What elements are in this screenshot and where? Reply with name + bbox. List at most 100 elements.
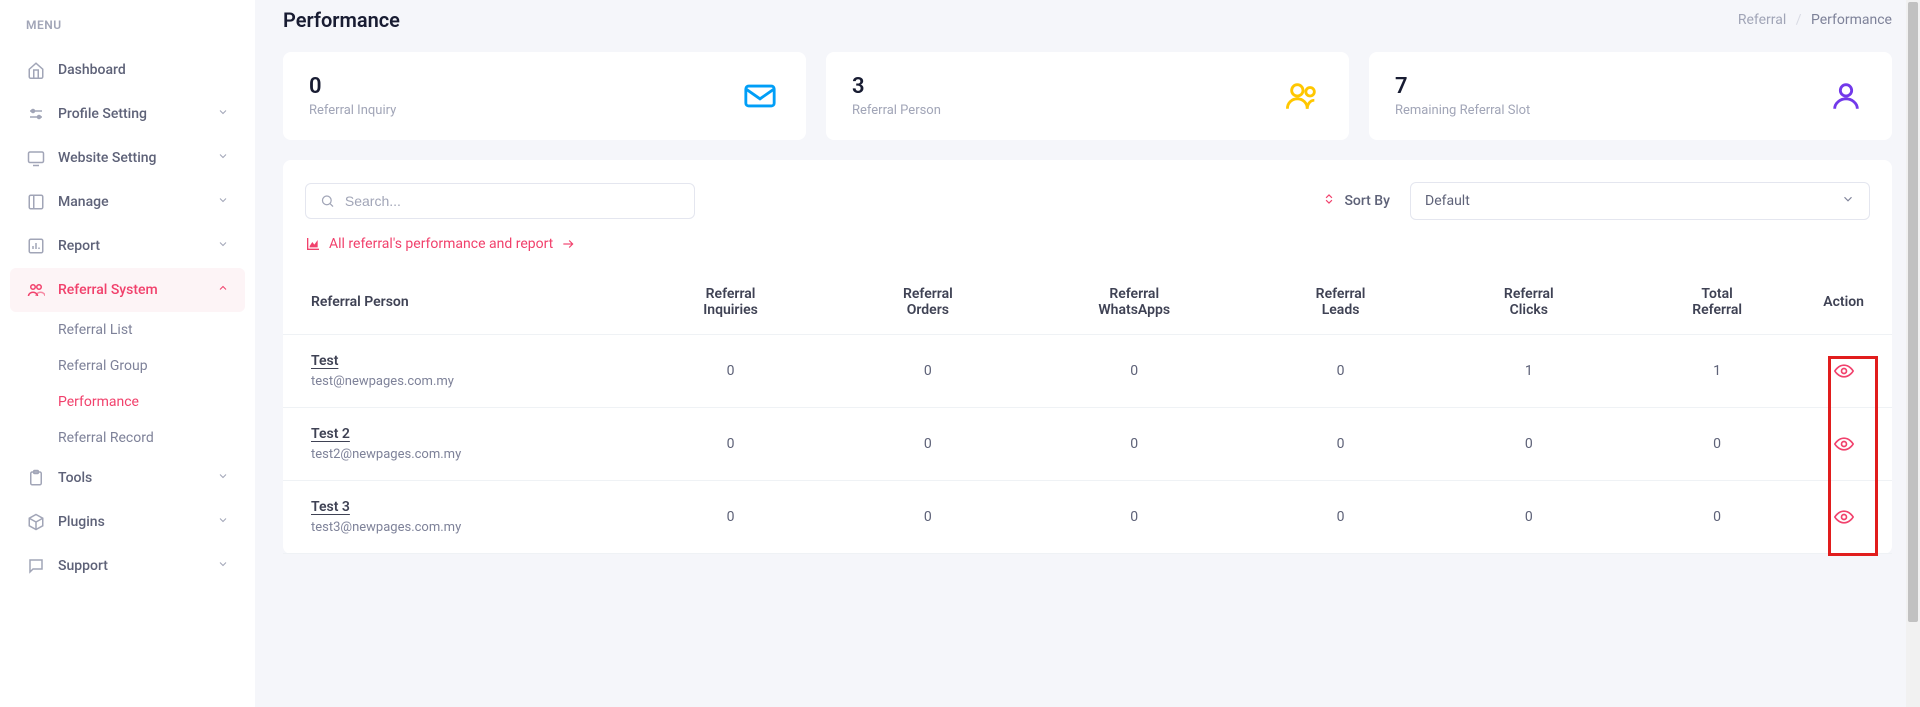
performance-table: Referral Person Referral Inquiries Refer… — [283, 270, 1892, 554]
cell-inquiries: 0 — [627, 481, 833, 554]
chevron-down-icon — [1841, 192, 1855, 210]
th-referral-whatsapps: Referral WhatsApps — [1022, 270, 1246, 335]
card-referral-person: 3 Referral Person — [826, 52, 1349, 140]
home-icon — [26, 60, 46, 80]
sidebar-item-manage[interactable]: Manage — [0, 180, 255, 224]
cell-whatsapps: 0 — [1022, 481, 1246, 554]
cell-leads: 0 — [1246, 408, 1434, 481]
bar-chart-icon — [26, 236, 46, 256]
sidebar-item-label: Manage — [58, 194, 109, 210]
chevron-down-icon — [217, 470, 229, 486]
cell-orders: 0 — [834, 481, 1022, 554]
sidebar-sub-performance[interactable]: Performance — [58, 384, 255, 420]
cell-clicks: 0 — [1435, 481, 1623, 554]
sidebar-item-label: Report — [58, 238, 100, 254]
th-total-referral: Total Referral — [1623, 270, 1811, 335]
cell-leads: 0 — [1246, 335, 1434, 408]
card-value: 3 — [852, 74, 941, 99]
main-content: Performance Referral / Performance 0 Ref… — [255, 0, 1920, 707]
cell-leads: 0 — [1246, 481, 1434, 554]
th-referral-person: Referral Person — [283, 270, 627, 335]
sidebar-item-plugins[interactable]: Plugins — [0, 500, 255, 544]
search-icon — [320, 193, 335, 209]
message-icon — [26, 556, 46, 576]
scrollbar-track[interactable] — [1906, 0, 1920, 707]
page-title: Performance — [283, 8, 400, 32]
sidebar-item-label: Referral System — [58, 282, 158, 298]
person-email: test@newpages.com.my — [311, 374, 454, 389]
package-icon — [26, 512, 46, 532]
card-label: Referral Person — [852, 103, 941, 118]
sidebar-item-support[interactable]: Support — [0, 544, 255, 588]
all-referral-report-link[interactable]: All referral's performance and report — [283, 236, 1892, 270]
sliders-icon — [26, 104, 46, 124]
users-icon — [26, 280, 46, 300]
breadcrumb-root[interactable]: Referral — [1738, 12, 1786, 28]
search-input[interactable] — [345, 193, 680, 209]
sidebar-item-label: Tools — [58, 470, 92, 486]
scrollbar-thumb[interactable] — [1908, 2, 1918, 622]
sort-select[interactable]: Default — [1410, 182, 1870, 220]
chevron-down-icon — [217, 194, 229, 210]
cell-orders: 0 — [834, 408, 1022, 481]
person-name-link[interactable]: Test 3 — [311, 499, 350, 515]
sidebar-item-website-setting[interactable]: Website Setting — [0, 136, 255, 180]
card-remaining-slot: 7 Remaining Referral Slot — [1369, 52, 1892, 140]
table-row: Test 3 test3@newpages.com.my 0 0 0 0 0 0 — [283, 481, 1892, 554]
sidebar-item-label: Plugins — [58, 514, 105, 530]
cell-total: 1 — [1623, 335, 1811, 408]
layout-icon — [26, 192, 46, 212]
th-referral-orders: Referral Orders — [834, 270, 1022, 335]
user-icon — [1826, 76, 1866, 116]
clipboard-icon — [26, 468, 46, 488]
sort-by-label: Sort By — [1322, 192, 1390, 210]
sidebar-item-label: Profile Setting — [58, 106, 147, 122]
sidebar-sub-items: Referral List Referral Group Performance… — [0, 312, 255, 456]
person-name-link[interactable]: Test 2 — [311, 426, 350, 442]
monitor-icon — [26, 148, 46, 168]
sidebar-item-referral-system[interactable]: Referral System — [10, 268, 245, 312]
cell-whatsapps: 0 — [1022, 335, 1246, 408]
breadcrumb-current: Performance — [1811, 12, 1892, 28]
chevron-down-icon — [217, 150, 229, 166]
sidebar-sub-referral-list[interactable]: Referral List — [58, 312, 255, 348]
chevron-down-icon — [217, 558, 229, 574]
sidebar-item-dashboard[interactable]: Dashboard — [0, 48, 255, 92]
card-label: Remaining Referral Slot — [1395, 103, 1530, 118]
card-label: Referral Inquiry — [309, 103, 396, 118]
person-email: test3@newpages.com.my — [311, 520, 461, 535]
arrow-right-icon — [561, 237, 575, 251]
action-column-highlight — [1828, 356, 1878, 556]
cell-total: 0 — [1623, 481, 1811, 554]
stats-cards: 0 Referral Inquiry 3 Referral Person 7 R… — [283, 52, 1892, 140]
chevron-down-icon — [217, 106, 229, 122]
sidebar: MENU Dashboard Profile Setting Website S… — [0, 0, 255, 707]
sort-icon — [1322, 192, 1336, 210]
panel-toolbar: Sort By Default — [283, 182, 1892, 236]
cell-clicks: 1 — [1435, 335, 1623, 408]
cell-orders: 0 — [834, 335, 1022, 408]
page-header: Performance Referral / Performance — [283, 8, 1892, 32]
person-name-link[interactable]: Test — [311, 353, 338, 369]
cell-clicks: 0 — [1435, 408, 1623, 481]
th-action: Action — [1811, 270, 1892, 335]
table-row: Test 2 test2@newpages.com.my 0 0 0 0 0 0 — [283, 408, 1892, 481]
mail-icon — [740, 76, 780, 116]
person-email: test2@newpages.com.my — [311, 447, 461, 462]
search-box[interactable] — [305, 183, 695, 219]
users-icon — [1283, 76, 1323, 116]
sidebar-item-report[interactable]: Report — [0, 224, 255, 268]
sidebar-item-profile-setting[interactable]: Profile Setting — [0, 92, 255, 136]
th-referral-leads: Referral Leads — [1246, 270, 1434, 335]
breadcrumb-separator: / — [1796, 12, 1802, 28]
sidebar-item-label: Dashboard — [58, 62, 126, 78]
sidebar-item-tools[interactable]: Tools — [0, 456, 255, 500]
chevron-up-icon — [217, 282, 229, 298]
sidebar-sub-referral-record[interactable]: Referral Record — [58, 420, 255, 456]
sidebar-sub-referral-group[interactable]: Referral Group — [58, 348, 255, 384]
sidebar-item-label: Website Setting — [58, 150, 157, 166]
breadcrumb: Referral / Performance — [1738, 12, 1892, 28]
card-referral-inquiry: 0 Referral Inquiry — [283, 52, 806, 140]
th-referral-clicks: Referral Clicks — [1435, 270, 1623, 335]
chart-area-icon — [305, 236, 321, 252]
